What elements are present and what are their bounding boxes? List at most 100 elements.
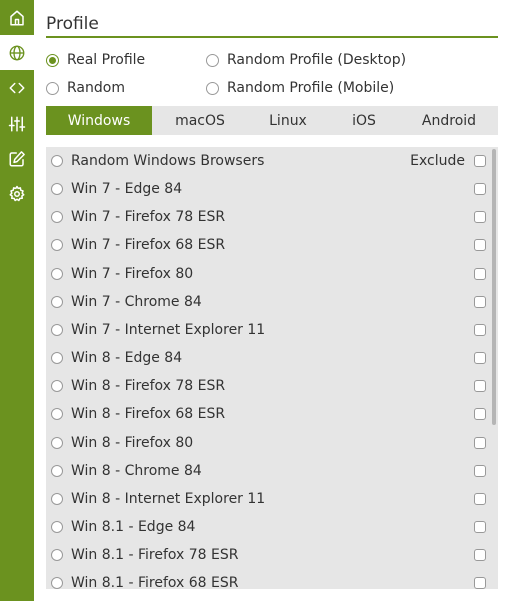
list-item[interactable]: Win 8 - Chrome 84 bbox=[46, 457, 498, 485]
list-item[interactable]: Win 7 - Edge 84 bbox=[46, 175, 498, 203]
tab-macos[interactable]: macOS bbox=[152, 106, 248, 135]
browser-label: Win 7 - Internet Explorer 11 bbox=[71, 321, 266, 338]
sidebar bbox=[0, 0, 34, 601]
random-desktop-label: Random Profile (Desktop) bbox=[227, 52, 407, 68]
random-desktop-option[interactable]: Random Profile (Desktop) bbox=[206, 51, 406, 69]
home-icon bbox=[10, 10, 24, 25]
browser-radio[interactable] bbox=[51, 211, 63, 224]
browser-label: Win 8 - Firefox 68 ESR bbox=[71, 406, 226, 423]
sidebar-item-profile[interactable] bbox=[0, 35, 34, 70]
sliders-icon bbox=[8, 116, 26, 131]
browser-label: Win 8 - Chrome 84 bbox=[71, 462, 202, 479]
exclude-label: Exclude bbox=[410, 153, 465, 169]
browser-radio[interactable] bbox=[51, 267, 63, 280]
list-item[interactable]: Win 7 - Firefox 78 ESR bbox=[46, 203, 498, 231]
exclude-checkbox[interactable] bbox=[474, 549, 486, 562]
exclude-checkbox[interactable] bbox=[474, 577, 486, 589]
random-mobile-option[interactable]: Random Profile (Mobile) bbox=[206, 79, 394, 97]
browser-label: Win 7 - Firefox 80 bbox=[71, 265, 194, 282]
real-profile-radio[interactable] bbox=[46, 53, 59, 67]
random-mobile-label: Random Profile (Mobile) bbox=[227, 80, 395, 96]
exclude-checkbox[interactable] bbox=[474, 436, 486, 449]
list-item[interactable]: Win 7 - Firefox 80 bbox=[46, 260, 498, 288]
sidebar-item-home[interactable] bbox=[0, 0, 34, 35]
list-item[interactable]: Win 8.1 - Edge 84 bbox=[46, 513, 498, 541]
list-item[interactable]: Win 7 - Internet Explorer 11 bbox=[46, 316, 498, 344]
scrollbar-thumb[interactable] bbox=[492, 149, 496, 425]
list-item[interactable]: Win 7 - Firefox 68 ESR bbox=[46, 231, 498, 259]
browser-label: Win 7 - Chrome 84 bbox=[71, 293, 202, 310]
browser-radio[interactable] bbox=[51, 520, 63, 533]
browser-radio[interactable] bbox=[51, 549, 63, 562]
list-item[interactable]: Win 8.1 - Firefox 68 ESR bbox=[46, 569, 498, 589]
tab-linux[interactable]: Linux bbox=[248, 106, 328, 135]
real-profile-label: Real Profile bbox=[67, 52, 146, 68]
edit-icon bbox=[9, 150, 25, 166]
browser-label: Win 8.1 - Edge 84 bbox=[71, 518, 196, 535]
random-option[interactable]: Random bbox=[46, 79, 125, 97]
tab-android[interactable]: Android bbox=[400, 106, 498, 135]
sidebar-item-settings[interactable] bbox=[0, 176, 34, 211]
browser-radio[interactable] bbox=[51, 183, 63, 196]
browser-label: Win 7 - Firefox 78 ESR bbox=[71, 209, 226, 226]
browser-radio[interactable] bbox=[51, 295, 63, 308]
random-label: Random bbox=[67, 80, 125, 96]
exclude-checkbox[interactable] bbox=[474, 183, 486, 196]
exclude-checkbox[interactable] bbox=[474, 211, 486, 224]
globe-icon bbox=[9, 45, 25, 60]
sidebar-item-code[interactable] bbox=[0, 70, 34, 105]
exclude-checkbox[interactable] bbox=[474, 520, 486, 533]
list-item[interactable]: Random Windows Browsers Exclude bbox=[46, 147, 498, 175]
page-title: Profile bbox=[46, 14, 498, 38]
browser-radio[interactable] bbox=[51, 408, 63, 421]
list-item[interactable]: Win 7 - Chrome 84 bbox=[46, 288, 498, 316]
browser-radio[interactable] bbox=[51, 239, 63, 252]
exclude-checkbox[interactable] bbox=[474, 464, 486, 477]
code-icon bbox=[9, 82, 25, 93]
browser-list: Win 8.1 - Firefox 68 ESR Win 8.1 - Firefo… bbox=[46, 147, 498, 589]
list-item[interactable]: Win 8 - Edge 84 bbox=[46, 344, 498, 372]
list-item[interactable]: Win 8 - Firefox 78 ESR bbox=[46, 372, 498, 400]
browser-radio[interactable] bbox=[51, 436, 63, 449]
browser-label: Win 8 - Edge 84 bbox=[71, 350, 183, 367]
exclude-checkbox[interactable] bbox=[474, 408, 486, 421]
browser-label: Win 8 - Firefox 78 ESR bbox=[71, 378, 226, 395]
exclude-checkbox[interactable] bbox=[474, 352, 486, 365]
exclude-checkbox[interactable] bbox=[474, 239, 486, 252]
exclude-checkbox[interactable] bbox=[474, 155, 486, 167]
main-panel: Profile Real Profile Random Profile (Des… bbox=[46, 0, 498, 601]
browser-radio[interactable] bbox=[51, 323, 63, 336]
random-radio[interactable] bbox=[46, 81, 59, 95]
os-tabs: Windows macOS Linux iOS Android bbox=[46, 106, 498, 135]
browser-radio[interactable] bbox=[51, 492, 63, 505]
sidebar-item-sliders[interactable] bbox=[0, 106, 34, 141]
list-item[interactable]: Win 8 - Internet Explorer 11 bbox=[46, 485, 498, 513]
real-profile-option[interactable]: Real Profile bbox=[46, 51, 145, 69]
gear-icon bbox=[9, 185, 25, 201]
browser-radio[interactable] bbox=[51, 380, 63, 393]
browser-label: Win 8.1 - Firefox 78 ESR bbox=[71, 547, 239, 564]
browser-label: Win 8 - Firefox 80 bbox=[71, 434, 194, 451]
exclude-checkbox[interactable] bbox=[474, 295, 486, 308]
tab-windows[interactable]: Windows bbox=[46, 106, 152, 135]
random-mobile-radio[interactable] bbox=[206, 81, 219, 95]
list-item[interactable]: Win 8.1 - Firefox 78 ESR bbox=[46, 541, 498, 569]
browser-label: Win 8.1 - Firefox 68 ESR bbox=[71, 575, 239, 589]
browser-radio[interactable] bbox=[51, 155, 63, 167]
browser-radio[interactable] bbox=[51, 464, 63, 477]
exclude-checkbox[interactable] bbox=[474, 323, 486, 336]
list-scrollbar[interactable] bbox=[490, 147, 498, 589]
exclude-checkbox[interactable] bbox=[474, 267, 486, 280]
browser-radio[interactable] bbox=[51, 577, 63, 589]
browser-label: Random Windows Browsers bbox=[71, 153, 265, 169]
sidebar-item-edit[interactable] bbox=[0, 141, 34, 176]
tab-ios[interactable]: iOS bbox=[328, 106, 400, 135]
list-item[interactable]: Win 8 - Firefox 80 bbox=[46, 429, 498, 457]
browser-radio[interactable] bbox=[51, 352, 63, 365]
list-item[interactable]: Win 8 - Firefox 68 ESR bbox=[46, 400, 498, 428]
browser-label: Win 8 - Internet Explorer 11 bbox=[71, 490, 266, 507]
random-desktop-radio[interactable] bbox=[206, 53, 219, 67]
exclude-checkbox[interactable] bbox=[474, 380, 486, 393]
browser-label: Win 7 - Firefox 68 ESR bbox=[71, 237, 226, 254]
exclude-checkbox[interactable] bbox=[474, 492, 486, 505]
